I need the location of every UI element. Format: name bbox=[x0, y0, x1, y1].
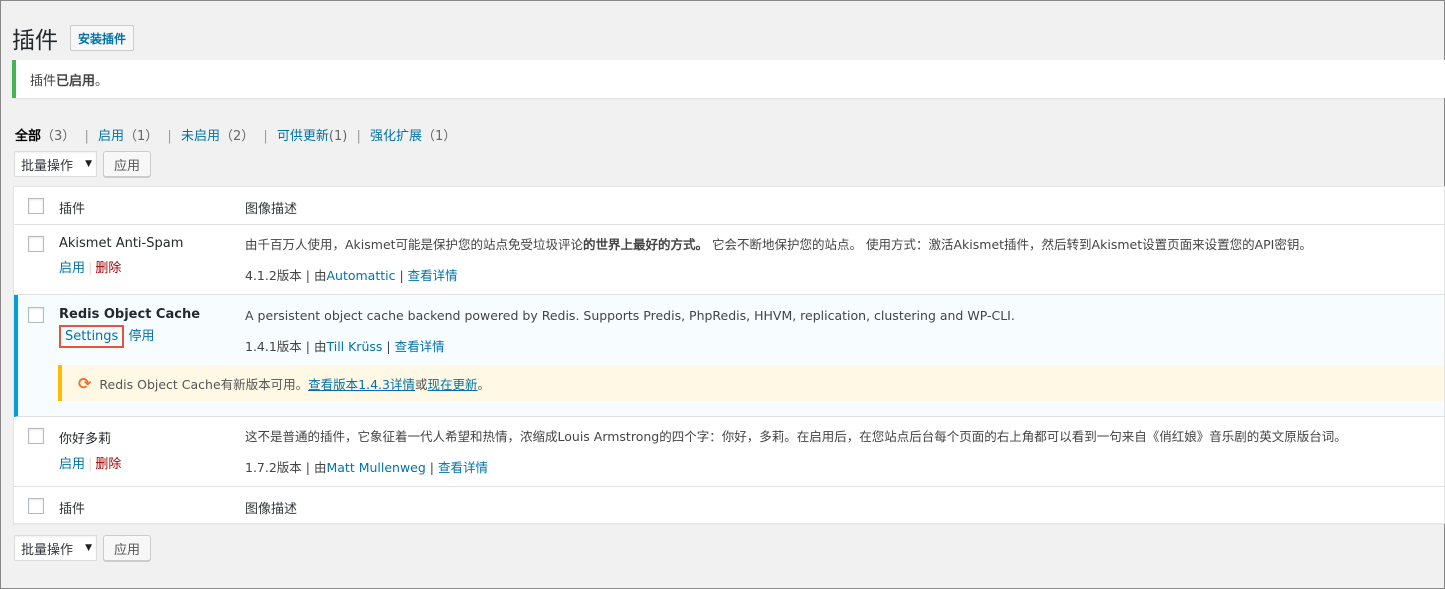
add-new-plugin-button[interactable]: 安装插件 bbox=[70, 25, 135, 51]
apply-button-top[interactable]: 应用 bbox=[103, 151, 152, 177]
plugin-version: 1.7.2版本 | 由 bbox=[245, 459, 327, 475]
view-version-details-link[interactable]: 查看版本1.4.3详情 bbox=[308, 374, 415, 393]
bulk-action-select-bottom[interactable]: 批量操作 ▼ bbox=[14, 535, 97, 561]
plugin-version: 4.1.2版本 | 由 bbox=[245, 267, 327, 283]
filter-active[interactable]: 启用 bbox=[98, 129, 124, 144]
plugin-name: Akismet Anti-Spam bbox=[59, 236, 184, 251]
filter-inactive[interactable]: 未启用 bbox=[181, 129, 220, 144]
plugin-meta: 1.7.2版本 | 由Matt Mullenweg | 查看详情 bbox=[245, 457, 1434, 476]
plugin-version: 1.4.1版本 | 由 bbox=[245, 338, 327, 354]
plugin-description: 由千百万人使用，Akismet可能是保护您的站点免受垃圾评论的世界上最好的方式。… bbox=[245, 236, 1434, 254]
filter-separator: | bbox=[356, 129, 361, 144]
delete-link[interactable]: 删除 bbox=[95, 457, 121, 472]
page-header: 插件 安装插件 bbox=[12, 23, 135, 54]
action-separator: | bbox=[88, 261, 93, 276]
filter-update-count: (1) bbox=[328, 129, 348, 144]
tablenav-bottom: 批量操作 ▼ 应用 bbox=[14, 534, 152, 562]
activate-link[interactable]: 启用 bbox=[59, 457, 85, 472]
bulk-action-select-top[interactable]: 批量操作 ▼ bbox=[14, 151, 97, 177]
meta-separator: | bbox=[425, 459, 438, 475]
update-text: Redis Object Cache有新版本可用。 bbox=[99, 376, 309, 392]
bulk-action-label: 批量操作 bbox=[21, 542, 74, 558]
filter-separator: | bbox=[84, 129, 89, 144]
plugin-title-cell: Redis Object Cache Settings 停用 bbox=[59, 307, 200, 348]
filter-all-count: （3） bbox=[41, 129, 76, 144]
success-notice: 插件 已启用。 bbox=[12, 60, 1445, 98]
activate-link[interactable]: 启用 bbox=[59, 261, 85, 276]
dropdown-caret-icon: ▼ bbox=[85, 159, 92, 169]
table-header: 插件 图像描述 bbox=[14, 187, 1444, 225]
plugin-title-cell: 你好多莉 启用 | 删除 bbox=[59, 428, 121, 472]
update-end: 。 bbox=[477, 376, 491, 392]
plugin-description: A persistent object cache backend powere… bbox=[245, 308, 1015, 323]
plugin-checkbox[interactable] bbox=[28, 307, 44, 323]
filter-inactive-count: （2） bbox=[219, 129, 255, 144]
dropdown-caret-icon: ▼ bbox=[85, 543, 92, 553]
filter-separator: | bbox=[263, 129, 268, 144]
plugin-meta: 1.4.1版本 | 由Till Krüss | 查看详情 bbox=[245, 336, 1434, 355]
action-separator: | bbox=[88, 457, 93, 472]
filter-separator: | bbox=[167, 129, 172, 144]
bulk-action-label: 批量操作 bbox=[21, 158, 74, 174]
notice-text-prefix: 插件 bbox=[30, 73, 57, 89]
column-header-plugin[interactable]: 插件 bbox=[59, 198, 85, 217]
notice-text-suffix: 。 bbox=[95, 73, 109, 89]
update-now-link[interactable]: 现在更新 bbox=[428, 374, 478, 393]
select-all-checkbox[interactable] bbox=[28, 198, 44, 214]
meta-separator: | bbox=[395, 267, 408, 283]
filter-links: 全部（3） | 启用（1） | 未启用（2） | 可供更新(1) | 强化扩展（… bbox=[15, 125, 456, 144]
delete-link[interactable]: 删除 bbox=[95, 261, 121, 276]
description-part1: 由千百万人使用，Akismet可能是保护您的站点免受垃圾评论 bbox=[245, 237, 584, 252]
view-details-link[interactable]: 查看详情 bbox=[438, 460, 488, 475]
row-actions: 启用 | 删除 bbox=[59, 257, 183, 276]
plugins-table: 插件 图像描述 Akismet Anti-Spam 启用 | 删除 由千百万人使用，… bbox=[13, 186, 1445, 524]
plugin-row-redis: Redis Object Cache Settings 停用 A persist… bbox=[14, 295, 1444, 417]
plugin-meta: 4.1.2版本 | 由Automattic | 查看详情 bbox=[245, 265, 1434, 284]
plugin-description-cell: 这不是普通的插件，它象征着一代人希望和热情，浓缩成Louis Armstrong… bbox=[245, 428, 1434, 476]
plugin-title-cell: Akismet Anti-Spam 启用 | 删除 bbox=[59, 236, 183, 276]
settings-highlight-box: Settings bbox=[59, 325, 125, 348]
table-footer: 插件 图像描述 bbox=[14, 487, 1444, 523]
plugin-name: 你好多莉 bbox=[59, 432, 112, 447]
plugin-row-akismet: Akismet Anti-Spam 启用 | 删除 由千百万人使用，Akismet可… bbox=[14, 225, 1444, 295]
column-header-description: 图像描述 bbox=[245, 202, 298, 217]
plugin-description: 这不是普通的插件，它象征着一代人希望和热情，浓缩成Louis Armstrong… bbox=[245, 429, 1347, 444]
filter-update-available[interactable]: 可供更新 bbox=[277, 129, 329, 144]
filter-dropins[interactable]: 强化扩展 bbox=[370, 129, 422, 144]
description-bold: 的世界上最好的方式。 bbox=[583, 237, 709, 252]
update-refresh-icon: ⟳ bbox=[78, 373, 92, 393]
settings-link[interactable]: Settings bbox=[65, 329, 118, 344]
page-title: 插件 bbox=[12, 28, 58, 54]
column-footer-plugin[interactable]: 插件 bbox=[59, 498, 85, 517]
plugin-description-cell: 由千百万人使用，Akismet可能是保护您的站点免受垃圾评论的世界上最好的方式。… bbox=[245, 236, 1434, 284]
update-or: 或 bbox=[414, 376, 428, 392]
apply-button-bottom[interactable]: 应用 bbox=[103, 535, 152, 561]
plugin-row-hello-dolly: 你好多莉 启用 | 删除 这不是普通的插件，它象征着一代人希望和热情，浓缩成Loui… bbox=[14, 417, 1444, 487]
view-details-link[interactable]: 查看详情 bbox=[408, 268, 458, 283]
notice-text-bold: 已启用 bbox=[56, 73, 96, 89]
row-actions: 启用 | 删除 bbox=[59, 453, 121, 472]
author-link[interactable]: Matt Mullenweg bbox=[326, 460, 425, 475]
tablenav-top: 批量操作 ▼ 应用 bbox=[14, 150, 152, 178]
description-part2: 它会不断地保护您的站点。 使用方式：激活Akismet插件，然后转到Akisme… bbox=[708, 237, 1312, 252]
meta-separator: | bbox=[382, 338, 395, 354]
select-all-checkbox-footer[interactable] bbox=[28, 498, 44, 514]
plugin-checkbox[interactable] bbox=[28, 428, 44, 444]
filter-active-count: （1） bbox=[123, 129, 159, 144]
deactivate-link[interactable]: 停用 bbox=[128, 329, 154, 344]
plugin-checkbox[interactable] bbox=[28, 236, 44, 252]
update-notice: ⟳ Redis Object Cache有新版本可用。 查看版本1.4.3详情或现… bbox=[58, 365, 1444, 401]
author-link[interactable]: Till Krüss bbox=[326, 339, 382, 354]
plugin-description-cell: A persistent object cache backend powere… bbox=[245, 307, 1434, 355]
filter-all[interactable]: 全部 bbox=[15, 129, 41, 144]
row-actions: Settings 停用 bbox=[59, 325, 200, 348]
filter-dropins-count: （1） bbox=[422, 129, 457, 144]
column-footer-description: 图像描述 bbox=[245, 502, 298, 517]
view-details-link[interactable]: 查看详情 bbox=[395, 339, 445, 354]
author-link[interactable]: Automattic bbox=[326, 268, 395, 283]
plugin-name: Redis Object Cache bbox=[59, 307, 201, 322]
